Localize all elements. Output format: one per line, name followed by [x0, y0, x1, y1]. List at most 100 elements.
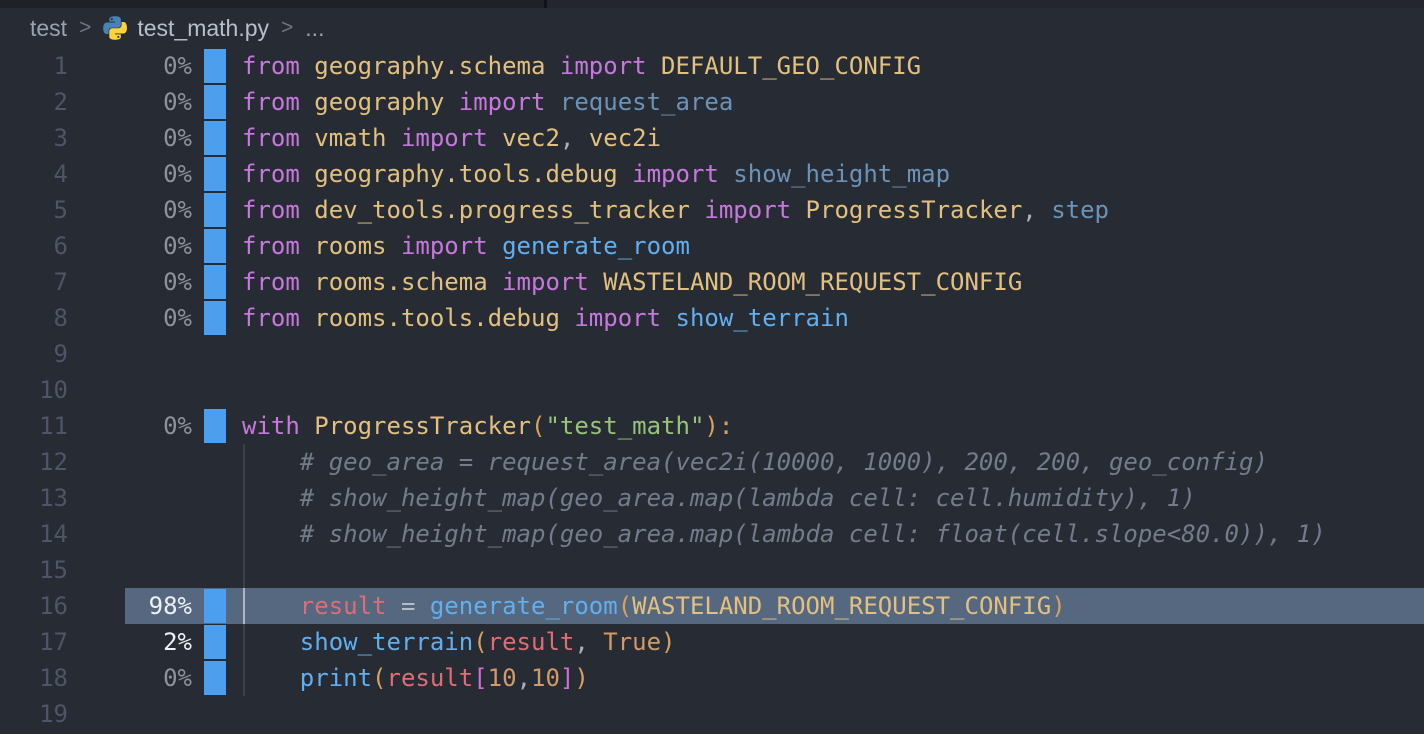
code-text[interactable]: from rooms.schema import WASTELAND_ROOM_…: [242, 264, 1022, 300]
code-line[interactable]: 16 98% result = generate_room(WASTELAND_R…: [0, 588, 1424, 624]
code-text[interactable]: result = generate_room(WASTELAND_ROOM_RE…: [242, 588, 1066, 624]
line-number[interactable]: 3: [0, 120, 68, 156]
code-text[interactable]: from geography import request_area: [242, 84, 733, 120]
token-br2: ]: [560, 664, 574, 692]
token-pl: [387, 232, 401, 260]
token-num: 10: [531, 664, 560, 692]
breadcrumb-folder[interactable]: test: [30, 15, 67, 42]
code-line[interactable]: 15: [0, 552, 1424, 588]
code-line[interactable]: 1 0% from geography.schema import DEFAULT_…: [0, 48, 1424, 84]
token-kw: with: [242, 412, 300, 440]
code-line[interactable]: 17 2% show_terrain(result, True): [0, 624, 1424, 660]
code-line[interactable]: 40%from geography.tools.debug import sho…: [0, 156, 1424, 192]
code-line[interactable]: 18 0% print(result[10,10]): [0, 660, 1424, 696]
code-text[interactable]: from vmath import vec2, vec2i: [242, 120, 661, 156]
token-pl: [791, 196, 805, 224]
token-kw: import: [459, 88, 546, 116]
coverage-percent: 0%: [100, 264, 192, 300]
token-pl: [387, 124, 401, 152]
line-number[interactable]: 6: [0, 228, 68, 264]
token-br1: (: [531, 412, 545, 440]
code-line[interactable]: 10: [0, 372, 1424, 408]
code-line[interactable]: 9: [0, 336, 1424, 372]
token-fn: show_terrain: [676, 304, 849, 332]
line-number[interactable]: 4: [0, 156, 68, 192]
line-number[interactable]: 12: [0, 444, 68, 480]
gutter-coverage-marker: [204, 157, 226, 191]
line-number[interactable]: 7: [0, 264, 68, 300]
breadcrumb-symbol-ellipsis[interactable]: ...: [305, 15, 324, 42]
line-number[interactable]: 17: [0, 624, 68, 660]
code-lines-container: 1 0% from geography.schema import DEFAULT_…: [0, 48, 1424, 732]
line-number[interactable]: 2: [0, 84, 68, 120]
code-text[interactable]: # show_height_map(geo_area.map(lambda ce…: [242, 480, 1196, 516]
gutter-coverage-marker: [204, 121, 226, 155]
line-number[interactable]: 14: [0, 516, 68, 552]
token-pl: [242, 628, 300, 656]
token-mod: geography.schema: [314, 52, 545, 80]
token-cls: vec2: [502, 124, 560, 152]
token-pl: [488, 268, 502, 296]
line-number[interactable]: 8: [0, 300, 68, 336]
line-number[interactable]: 11: [0, 408, 68, 444]
coverage-percent: 0%: [100, 84, 192, 120]
line-number[interactable]: 9: [0, 336, 68, 372]
code-text[interactable]: from dev_tools.progress_tracker import P…: [242, 192, 1109, 228]
line-number[interactable]: 18: [0, 660, 68, 696]
code-line[interactable]: 110%with ProgressTracker("test_math"):: [0, 408, 1424, 444]
coverage-percent: 0%: [100, 660, 192, 696]
token-pl: [300, 160, 314, 188]
token-pl: [488, 232, 502, 260]
token-mod: dev_tools.progress_tracker: [314, 196, 690, 224]
code-line[interactable]: 50%from dev_tools.progress_tracker impor…: [0, 192, 1424, 228]
coverage-percent: 0%: [100, 48, 192, 84]
code-text[interactable]: # geo_area = request_area(vec2i(10000, 1…: [242, 444, 1268, 480]
tab-divider: [544, 0, 547, 8]
code-line[interactable]: 19: [0, 696, 1424, 732]
line-number[interactable]: 16: [0, 588, 68, 624]
code-line[interactable]: 7 0% from rooms.schema import WASTELAND_RO…: [0, 264, 1424, 300]
token-bool: True: [603, 628, 661, 656]
code-text[interactable]: from geography.tools.debug import show_h…: [242, 156, 950, 192]
code-line[interactable]: 2 0% from geography import request_area: [0, 84, 1424, 120]
token-str: "test_math": [545, 412, 704, 440]
code-line[interactable]: 30%from vmath import vec2, vec2i: [0, 120, 1424, 156]
token-pl: [300, 196, 314, 224]
token-pl: [300, 124, 314, 152]
code-line[interactable]: 60%from rooms import generate_room: [0, 228, 1424, 264]
token-kw: from: [242, 88, 300, 116]
code-text[interactable]: from rooms.tools.debug import show_terra…: [242, 300, 849, 336]
coverage-percent: 2%: [100, 624, 192, 660]
token-pl: ,: [560, 124, 589, 152]
line-number[interactable]: 19: [0, 696, 68, 732]
code-text[interactable]: print(result[10,10]): [242, 660, 589, 696]
line-number[interactable]: 15: [0, 552, 68, 588]
code-text[interactable]: # show_height_map(geo_area.map(lambda ce…: [242, 516, 1326, 552]
code-line[interactable]: 12 # geo_area = request_area(vec2i(10000…: [0, 444, 1424, 480]
coverage-percent: 98%: [100, 588, 192, 624]
code-line[interactable]: 13 # show_height_map(geo_area.map(lambda…: [0, 480, 1424, 516]
code-line[interactable]: 80%from rooms.tools.debug import show_te…: [0, 300, 1424, 336]
token-br1: ):: [704, 412, 733, 440]
line-number[interactable]: 5: [0, 192, 68, 228]
token-br1: ): [661, 628, 675, 656]
python-icon: [103, 16, 127, 40]
code-text[interactable]: from rooms import generate_room: [242, 228, 690, 264]
code-text[interactable]: from geography.schema import DEFAULT_GEO…: [242, 48, 921, 84]
token-pl: [560, 304, 574, 332]
line-number[interactable]: 1: [0, 48, 68, 84]
token-br2: [: [473, 664, 487, 692]
token-pl: [647, 52, 661, 80]
tab-bar-edge: [0, 0, 1424, 8]
code-text[interactable]: show_terrain(result, True): [242, 624, 676, 660]
code-text[interactable]: with ProgressTracker("test_math"):: [242, 408, 733, 444]
breadcrumb-file[interactable]: test_math.py: [137, 15, 269, 42]
token-const: DEFAULT_GEO_CONFIG: [661, 52, 921, 80]
token-cls: ProgressTracker: [314, 412, 531, 440]
token-pl: [242, 664, 300, 692]
breadcrumb: test > test_math.py > ...: [0, 8, 1424, 48]
code-line[interactable]: 14 # show_height_map(geo_area.map(lambda…: [0, 516, 1424, 552]
line-number[interactable]: 13: [0, 480, 68, 516]
line-number[interactable]: 10: [0, 372, 68, 408]
gutter-coverage-marker: [204, 301, 226, 335]
